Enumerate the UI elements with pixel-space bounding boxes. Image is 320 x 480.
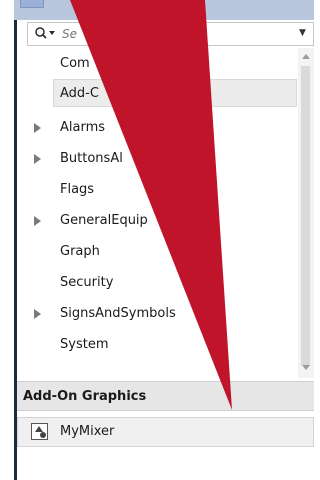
scroll-down-icon[interactable] (302, 365, 310, 370)
tree-item-label: Security (60, 275, 114, 290)
tree-item-general-equip[interactable]: GeneralEquip (27, 207, 297, 235)
expand-arrow-icon[interactable] (34, 123, 41, 133)
vertical-scrollbar[interactable] (298, 48, 314, 378)
expand-arrow-icon[interactable] (34, 309, 41, 319)
tree-item-label: GeneralEquip (60, 213, 148, 228)
tree-item-security[interactable]: Security (27, 269, 297, 297)
expand-arrow-icon[interactable] (34, 216, 41, 226)
scroll-up-icon[interactable] (302, 54, 310, 59)
section-title: Add-On Graphics (23, 389, 147, 404)
section-header: Add-On Graphics (17, 381, 314, 411)
expand-arrow-icon[interactable] (34, 154, 41, 164)
tree-item-label: Com (60, 56, 90, 71)
tree-item-label: Flags (60, 182, 95, 197)
tree-item-buttons[interactable]: ButtonsAl (27, 145, 297, 173)
scroll-thumb[interactable] (301, 66, 310, 366)
tree-item-alarms[interactable]: Alarms (27, 114, 297, 142)
tree-item-graph[interactable]: Graph (27, 238, 297, 266)
search-icon[interactable] (34, 26, 58, 42)
top-header-band (14, 0, 314, 20)
mixer-graphic-icon (31, 423, 48, 440)
tree-item-system[interactable]: System (27, 331, 297, 359)
chevron-down-icon[interactable]: ▼ (299, 28, 309, 38)
search-box[interactable]: ▼ (27, 22, 314, 46)
tree-item-label: ButtonsAl (60, 151, 123, 166)
tree-item-signs-and-symbols[interactable]: SignsAndSymbols (27, 300, 297, 328)
tree-item-label: SignsAndSymbols (60, 306, 176, 321)
tree-item-label: Graph (60, 244, 100, 259)
top-tab[interactable] (20, 0, 44, 8)
graphic-list-item[interactable]: MyMixer (17, 417, 314, 447)
search-input[interactable] (62, 26, 282, 42)
graphic-label: MyMixer (60, 424, 115, 439)
tree-item-label: Add-C (60, 86, 99, 101)
category-tree: Com Add-C Alarms ButtonsAl Flags General… (27, 48, 297, 378)
tree-item-flags[interactable]: Flags (27, 176, 297, 204)
tree-item-label: System (60, 337, 109, 352)
tree-item-com[interactable]: Com (27, 50, 297, 78)
tree-item-label: Alarms (60, 120, 106, 135)
tree-item-add-on[interactable]: Add-C (53, 79, 297, 107)
